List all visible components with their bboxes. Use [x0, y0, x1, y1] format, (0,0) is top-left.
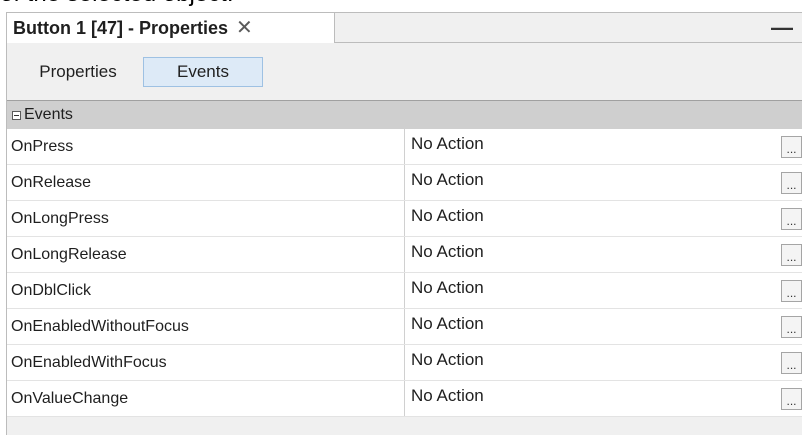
event-name: OnRelease	[7, 165, 405, 200]
properties-panel: Button 1 [47] - Properties ✕ — Propertie…	[6, 12, 802, 435]
ellipsis-button[interactable]: ...	[781, 208, 802, 230]
minimize-icon[interactable]: —	[771, 17, 793, 39]
caption-text: of the selected object.	[0, 0, 233, 12]
panel-title-bar: Button 1 [47] - Properties ✕ —	[7, 13, 802, 43]
group-label: Events	[24, 106, 73, 123]
table-row[interactable]: OnValueChange No Action ...	[7, 381, 802, 417]
event-name: OnDblClick	[7, 273, 405, 308]
event-action-value[interactable]: No Action	[406, 309, 776, 339]
table-row[interactable]: OnEnabledWithFocus No Action ...	[7, 345, 802, 381]
close-icon[interactable]: ✕	[236, 18, 253, 38]
event-action-value[interactable]: No Action	[406, 345, 776, 375]
group-header-events[interactable]: Events	[7, 101, 802, 129]
table-row[interactable]: OnLongRelease No Action ...	[7, 237, 802, 273]
event-name: OnEnabledWithFocus	[7, 345, 405, 380]
table-row[interactable]: OnRelease No Action ...	[7, 165, 802, 201]
tab-properties[interactable]: Properties	[19, 57, 137, 87]
event-action-value[interactable]: No Action	[406, 165, 776, 195]
ellipsis-button[interactable]: ...	[781, 172, 802, 194]
ellipsis-button[interactable]: ...	[781, 136, 802, 158]
collapse-icon[interactable]	[12, 110, 21, 120]
event-action-value[interactable]: No Action	[406, 237, 776, 267]
event-action-value[interactable]: No Action	[406, 129, 776, 159]
event-action-value[interactable]: No Action	[406, 273, 776, 303]
ellipsis-button[interactable]: ...	[781, 388, 802, 410]
table-row[interactable]: OnPress No Action ...	[7, 129, 802, 165]
table-row[interactable]: OnDblClick No Action ...	[7, 273, 802, 309]
event-name: OnLongPress	[7, 201, 405, 236]
panel-tab[interactable]: Button 1 [47] - Properties ✕	[7, 13, 335, 43]
event-action-value[interactable]: No Action	[406, 201, 776, 231]
event-name: OnEnabledWithoutFocus	[7, 309, 405, 344]
panel-title: Button 1 [47] - Properties	[13, 17, 229, 38]
ellipsis-button[interactable]: ...	[781, 316, 802, 338]
ellipsis-button[interactable]: ...	[781, 352, 802, 374]
page: of the selected object. Button 1 [47] - …	[0, 0, 802, 435]
event-name: OnLongRelease	[7, 237, 405, 272]
event-action-value[interactable]: No Action	[406, 381, 776, 411]
subtab-bar: Properties Events	[7, 43, 802, 101]
tab-events[interactable]: Events	[143, 57, 263, 87]
table-row[interactable]: OnLongPress No Action ...	[7, 201, 802, 237]
ellipsis-button[interactable]: ...	[781, 244, 802, 266]
table-row[interactable]: OnEnabledWithoutFocus No Action ...	[7, 309, 802, 345]
event-name: OnValueChange	[7, 381, 405, 416]
ellipsis-button[interactable]: ...	[781, 280, 802, 302]
property-grid: OnPress No Action ... OnRelease No Actio…	[7, 129, 802, 417]
event-name: OnPress	[7, 129, 405, 164]
